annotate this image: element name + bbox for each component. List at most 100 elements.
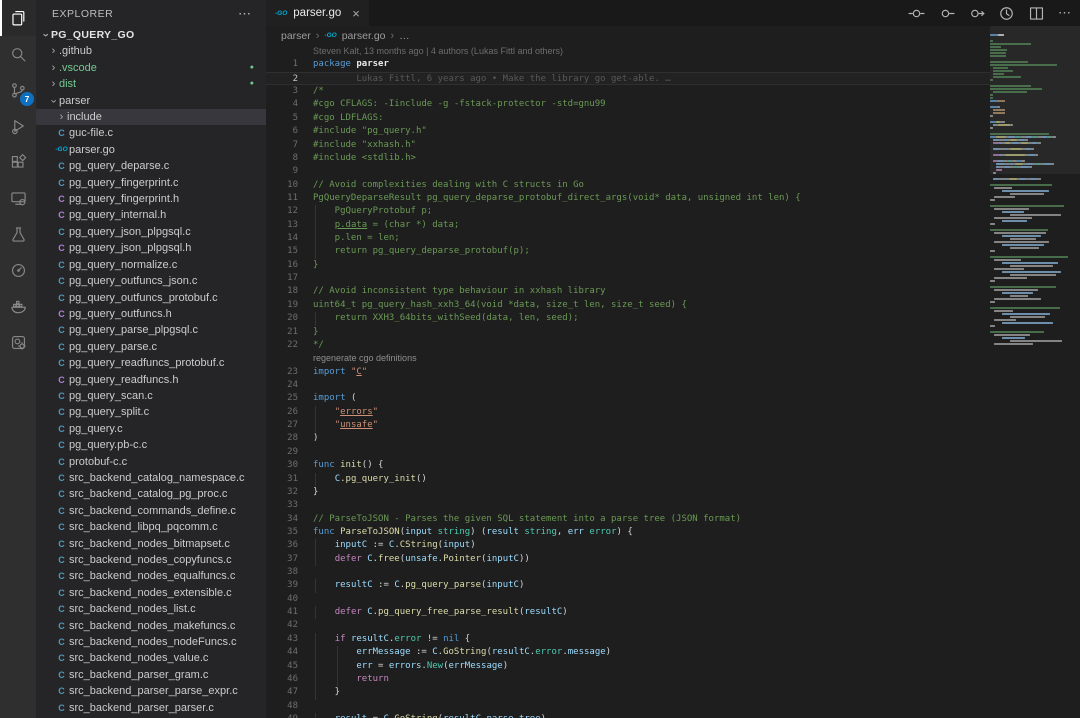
code-line[interactable]: 17 bbox=[266, 272, 990, 285]
code-line[interactable]: 29 bbox=[266, 446, 990, 459]
tree-file-src_backend_libpq_pqcomm.c[interactable]: Csrc_backend_libpq_pqcomm.c bbox=[36, 519, 266, 535]
tree-folder-.github[interactable]: ›.github bbox=[36, 43, 266, 59]
tree-file-src_backend_parser_gram.c[interactable]: Csrc_backend_parser_gram.c bbox=[36, 667, 266, 683]
tree-file-src_backend_nodes_makefuncs.c[interactable]: Csrc_backend_nodes_makefuncs.c bbox=[36, 618, 266, 634]
code-line[interactable]: 7#include "xxhash.h" bbox=[266, 139, 990, 152]
line-number[interactable]: 42 bbox=[266, 619, 313, 632]
tree-folder-dist[interactable]: ›dist● bbox=[36, 76, 266, 92]
code-line[interactable]: 2 Lukas Fittl, 6 years ago • Make the li… bbox=[266, 72, 990, 85]
code-line[interactable]: 37 defer C.free(unsafe.Pointer(inputC)) bbox=[266, 553, 990, 566]
breadcrumb-folder[interactable]: parser bbox=[281, 30, 311, 42]
tree-folder-.vscode[interactable]: ›.vscode● bbox=[36, 60, 266, 76]
tree-file-pg_query_deparse.c[interactable]: Cpg_query_deparse.c bbox=[36, 158, 266, 174]
code-line[interactable]: 4#cgo CFLAGS: -Iinclude -g -fstack-prote… bbox=[266, 98, 990, 111]
line-number[interactable]: 44 bbox=[266, 646, 313, 659]
tree-file-src_backend_catalog_namespace.c[interactable]: Csrc_backend_catalog_namespace.c bbox=[36, 470, 266, 486]
tree-file-protobuf-c.c[interactable]: Cprotobuf-c.c bbox=[36, 454, 266, 470]
tree-file-pg_query_split.c[interactable]: Cpg_query_split.c bbox=[36, 404, 266, 420]
tree-folder-include[interactable]: ›include bbox=[36, 109, 266, 125]
tree-file-pg_query_outfuncs.h[interactable]: Cpg_query_outfuncs.h bbox=[36, 306, 266, 322]
code-line[interactable]: 34// ParseToJSON - Parses the given SQL … bbox=[266, 513, 990, 526]
code-line[interactable]: 40 bbox=[266, 593, 990, 606]
code-line[interactable]: 19uint64_t pg_query_hash_xxh3_64(void *d… bbox=[266, 299, 990, 312]
line-number[interactable]: 8 bbox=[266, 152, 313, 165]
line-number[interactable]: 39 bbox=[266, 579, 313, 592]
code-line[interactable]: 49 result = C.GoString(resultC.parse_tre… bbox=[266, 713, 990, 718]
line-number[interactable]: 7 bbox=[266, 139, 313, 152]
line-number[interactable]: 22 bbox=[266, 339, 313, 352]
line-number[interactable]: 2 bbox=[266, 73, 313, 84]
line-number[interactable]: 33 bbox=[266, 499, 313, 512]
minimap[interactable] bbox=[990, 26, 1080, 718]
code-line[interactable]: 44 errMessage := C.GoString(resultC.erro… bbox=[266, 646, 990, 659]
line-number[interactable]: 46 bbox=[266, 673, 313, 686]
line-number[interactable]: 26 bbox=[266, 406, 313, 419]
activity-testing-icon[interactable] bbox=[0, 216, 36, 252]
tree-file-pg_query_internal.h[interactable]: Cpg_query_internal.h bbox=[36, 207, 266, 223]
line-number[interactable]: 45 bbox=[266, 660, 313, 673]
code-line[interactable]: 21} bbox=[266, 326, 990, 339]
activity-file-settings-icon[interactable] bbox=[0, 324, 36, 360]
tree-file-pg_query.c[interactable]: Cpg_query.c bbox=[36, 421, 266, 437]
line-number[interactable]: 30 bbox=[266, 459, 313, 472]
tree-file-src_backend_nodes_equalfuncs.c[interactable]: Csrc_backend_nodes_equalfuncs.c bbox=[36, 568, 266, 584]
line-number[interactable]: 48 bbox=[266, 700, 313, 713]
tree-file-pg_query_json_plpgsql.h[interactable]: Cpg_query_json_plpgsql.h bbox=[36, 240, 266, 256]
tree-file-pg_query_outfuncs_protobuf.c[interactable]: Cpg_query_outfuncs_protobuf.c bbox=[36, 290, 266, 306]
line-number[interactable]: 15 bbox=[266, 245, 313, 258]
line-number[interactable]: 6 bbox=[266, 125, 313, 138]
code-line[interactable]: 30func init() { bbox=[266, 459, 990, 472]
code-line[interactable]: 13 p.data = (char *) data; bbox=[266, 219, 990, 232]
line-number[interactable]: 10 bbox=[266, 179, 313, 192]
tree-file-pg_query_json_plpgsql.c[interactable]: Cpg_query_json_plpgsql.c bbox=[36, 224, 266, 240]
code-line[interactable]: 20 return XXH3_64bits_withSeed(data, len… bbox=[266, 312, 990, 325]
code-line[interactable]: 5#cgo LDFLAGS: bbox=[266, 112, 990, 125]
code-line[interactable]: 35func ParseToJSON(input string) (result… bbox=[266, 526, 990, 539]
tree-file-src_backend_nodes_bitmapset.c[interactable]: Csrc_backend_nodes_bitmapset.c bbox=[36, 536, 266, 552]
tree-file-pg_query_normalize.c[interactable]: Cpg_query_normalize.c bbox=[36, 257, 266, 273]
code-line[interactable]: 18// Avoid inconsistent type behaviour i… bbox=[266, 285, 990, 298]
code-line[interactable]: 32} bbox=[266, 486, 990, 499]
line-number[interactable]: 49 bbox=[266, 713, 313, 718]
line-number[interactable]: 13 bbox=[266, 219, 313, 232]
line-number[interactable]: 20 bbox=[266, 312, 313, 325]
activity-docker-icon[interactable] bbox=[0, 288, 36, 324]
open-changes-next-icon[interactable] bbox=[968, 5, 985, 22]
code-line[interactable]: 24 bbox=[266, 379, 990, 392]
line-number[interactable]: 16 bbox=[266, 259, 313, 272]
line-number[interactable]: 27 bbox=[266, 419, 313, 432]
code-line[interactable]: 45 err = errors.New(errMessage) bbox=[266, 660, 990, 673]
line-number[interactable]: 19 bbox=[266, 299, 313, 312]
tree-file-pg_query_outfuncs_json.c[interactable]: Cpg_query_outfuncs_json.c bbox=[36, 273, 266, 289]
line-number[interactable]: 29 bbox=[266, 446, 313, 459]
tree-file-src_backend_catalog_pg_proc.c[interactable]: Csrc_backend_catalog_pg_proc.c bbox=[36, 486, 266, 502]
code-editor[interactable]: Steven Kalt, 13 months ago | 4 authors (… bbox=[266, 45, 990, 718]
code-line[interactable]: 39 resultC := C.pg_query_parse(inputC) bbox=[266, 579, 990, 592]
code-line[interactable]: 9 bbox=[266, 165, 990, 178]
line-number[interactable]: 3 bbox=[266, 85, 313, 98]
tree-file-pg_query_readfuncs.h[interactable]: Cpg_query_readfuncs.h bbox=[36, 372, 266, 388]
tree-file-src_backend_nodes_extensible.c[interactable]: Csrc_backend_nodes_extensible.c bbox=[36, 585, 266, 601]
tree-file-pg_query_parse_plpgsql.c[interactable]: Cpg_query_parse_plpgsql.c bbox=[36, 322, 266, 338]
line-number[interactable]: 47 bbox=[266, 686, 313, 699]
code-line[interactable]: 22*/ bbox=[266, 339, 990, 352]
line-number[interactable]: 1 bbox=[266, 58, 313, 71]
code-line[interactable]: 46 return bbox=[266, 673, 990, 686]
tree-file-pg_query_fingerprint.h[interactable]: Cpg_query_fingerprint.h bbox=[36, 191, 266, 207]
code-line[interactable]: 15 return pg_query_deparse_protobuf(p); bbox=[266, 245, 990, 258]
breadcrumb-file[interactable]: parser.go bbox=[342, 30, 386, 42]
tree-file-src_backend_nodes_copyfuncs.c[interactable]: Csrc_backend_nodes_copyfuncs.c bbox=[36, 552, 266, 568]
line-number[interactable]: 37 bbox=[266, 553, 313, 566]
activity-search-icon[interactable] bbox=[0, 36, 36, 72]
code-line[interactable]: 28) bbox=[266, 432, 990, 445]
line-number[interactable]: 12 bbox=[266, 205, 313, 218]
line-number[interactable]: 18 bbox=[266, 285, 313, 298]
tree-file-src_backend_commands_define.c[interactable]: Csrc_backend_commands_define.c bbox=[36, 503, 266, 519]
line-number[interactable]: 17 bbox=[266, 272, 313, 285]
tree-file-src_backend_parser_parse_expr.c[interactable]: Csrc_backend_parser_parse_expr.c bbox=[36, 683, 266, 699]
code-line[interactable]: 48 bbox=[266, 700, 990, 713]
code-line[interactable]: 11PgQueryDeparseResult pg_query_deparse_… bbox=[266, 192, 990, 205]
line-number[interactable]: 25 bbox=[266, 392, 313, 405]
line-number[interactable]: 36 bbox=[266, 539, 313, 552]
code-line[interactable]: 43 if resultC.error != nil { bbox=[266, 633, 990, 646]
